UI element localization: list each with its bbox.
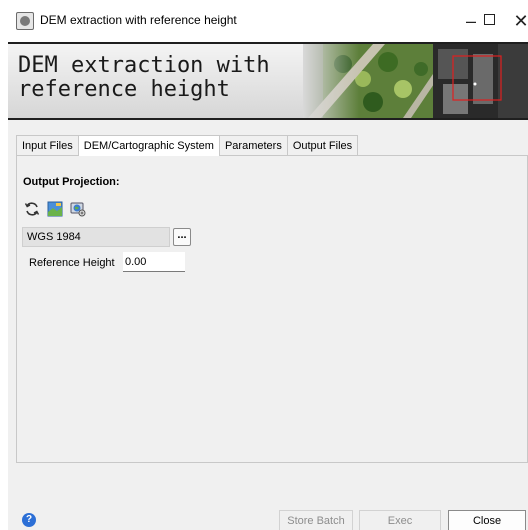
output-projection-label: Output Projection: — [23, 176, 120, 188]
maximize-icon — [483, 14, 495, 26]
tab-panel — [16, 155, 528, 463]
tab-parameters[interactable]: Parameters — [218, 135, 288, 155]
app-icon — [16, 12, 34, 30]
maximize-button[interactable] — [474, 6, 504, 36]
reference-height-label: Reference Height — [29, 257, 115, 269]
refresh-icon[interactable] — [24, 201, 40, 217]
store-batch-button[interactable]: Store Batch — [279, 510, 353, 530]
close-button[interactable]: Close — [448, 510, 526, 530]
close-window-button[interactable]: ✕ — [506, 6, 528, 36]
globe-icon[interactable] — [70, 201, 86, 217]
window-title: DEM extraction with reference height — [40, 13, 237, 27]
exec-button[interactable]: Exec — [359, 510, 441, 530]
banner-title: DEM extraction with reference height — [18, 53, 270, 102]
tab-bar: Input Files DEM/Cartographic System Para… — [16, 135, 359, 156]
browse-projection-button[interactable]: ... — [173, 228, 191, 246]
header-banner: DEM extraction with reference height — [8, 42, 528, 120]
map-icon[interactable] — [47, 201, 63, 217]
reference-height-input[interactable] — [123, 252, 185, 272]
tab-dem-cartographic-system[interactable]: DEM/Cartographic System — [77, 135, 220, 156]
tab-input-files[interactable]: Input Files — [16, 135, 79, 155]
title-bar: DEM extraction with reference height – ✕ — [8, 0, 528, 42]
aerial-imagery-icon — [303, 44, 528, 118]
projection-field[interactable]: WGS 1984 — [22, 227, 170, 247]
help-icon[interactable]: ? — [22, 513, 36, 527]
tab-output-files[interactable]: Output Files — [286, 135, 359, 155]
